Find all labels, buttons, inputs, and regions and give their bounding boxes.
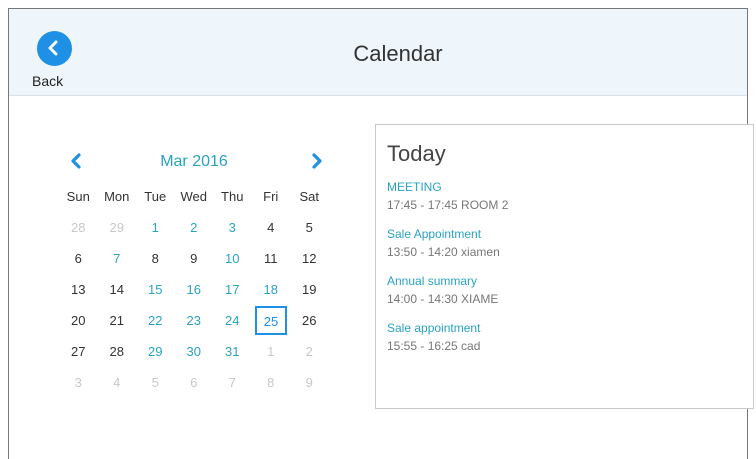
week-row: 13 14 15 16 17 18 19 — [59, 274, 329, 305]
weekday-label: Sun — [66, 189, 90, 204]
weekday-label: Tue — [144, 189, 167, 204]
day-cell[interactable]: 17 — [213, 274, 252, 305]
week-row: 20 21 22 23 24 25 26 — [59, 305, 329, 336]
calendar-window: Back Calendar Mar 2016 Sun Mon Tue Wed Thu Fr… — [8, 8, 754, 459]
event-time: 17:45 - 17:45 ROOM 2 — [387, 198, 509, 212]
month-label: Mar 2016 — [160, 153, 228, 170]
day-cell[interactable]: 12 — [290, 243, 329, 274]
day-cell[interactable]: 19 — [290, 274, 329, 305]
event-title: Annual summary — [387, 274, 478, 288]
day-cell[interactable]: 3 — [213, 212, 252, 243]
day-cell[interactable]: 10 — [213, 243, 252, 274]
day-cell[interactable]: 11 — [252, 243, 291, 274]
day-cell[interactable]: 7 — [98, 243, 137, 274]
week-row: 27 28 29 30 31 1 2 — [59, 336, 329, 367]
event-item[interactable]: Sale appointment 15:55 - 16:25 cad — [387, 320, 508, 367]
event-title: Sale appointment — [387, 321, 481, 335]
weekday-label: Wed — [180, 189, 208, 204]
day-cell[interactable]: 16 — [175, 274, 214, 305]
event-time: 14:00 - 14:30 XIAME — [387, 292, 499, 306]
selected-day-cell[interactable]: 25 — [255, 306, 287, 335]
day-cell[interactable]: 14 — [98, 274, 137, 305]
day-cell[interactable]: 26 — [290, 305, 329, 336]
day-cell[interactable]: 13 — [59, 274, 98, 305]
day-cell[interactable]: 2 — [175, 212, 214, 243]
day-cell[interactable]: 6 — [59, 243, 98, 274]
next-month-button[interactable] — [310, 151, 328, 173]
week-row: 6 7 8 9 10 11 12 — [59, 243, 329, 274]
day-cell[interactable]: 4 — [252, 212, 291, 243]
day-cell[interactable]: 24 — [213, 305, 252, 336]
calendar-header: Mar 2016 — [59, 149, 329, 179]
event-time: 13:50 - 14:20 xiamen — [387, 245, 500, 259]
day-cell[interactable]: 5 — [136, 367, 175, 398]
month-calendar: Mar 2016 Sun Mon Tue Wed Thu Fri Sat 28 29 1 2 3 4 5 6… — [59, 149, 329, 390]
day-cell[interactable]: 8 — [252, 367, 291, 398]
day-cell[interactable]: 31 — [213, 336, 252, 367]
day-cell[interactable]: 3 — [59, 367, 98, 398]
today-heading: Today — [387, 141, 446, 166]
day-cell[interactable]: 7 — [213, 367, 252, 398]
day-cell[interactable]: 6 — [175, 367, 214, 398]
day-cell[interactable]: 4 — [98, 367, 137, 398]
event-item[interactable]: MEETING 17:45 - 17:45 ROOM 2 — [387, 179, 508, 226]
header-bar: Back Calendar — [9, 9, 747, 96]
day-cell[interactable]: 1 — [252, 336, 291, 367]
day-cell[interactable]: 8 — [136, 243, 175, 274]
day-cell[interactable]: 18 — [252, 274, 291, 305]
event-time: 15:55 - 16:25 cad — [387, 339, 481, 353]
day-cell[interactable]: 5 — [290, 212, 329, 243]
day-cell[interactable]: 29 — [136, 336, 175, 367]
day-cell[interactable]: 21 — [98, 305, 137, 336]
page-title: Calendar — [353, 41, 443, 66]
day-cell[interactable]: 15 — [136, 274, 175, 305]
day-cell[interactable]: 28 — [98, 336, 137, 367]
day-cell[interactable]: 30 — [175, 336, 214, 367]
day-cell[interactable]: 28 — [59, 212, 98, 243]
weekday-label: Fri — [263, 189, 279, 204]
week-row: 3456789 — [59, 367, 329, 398]
day-cell[interactable]: 22 — [136, 305, 175, 336]
event-list: MEETING 17:45 - 17:45 ROOM 2 Sale Appointm… — [387, 179, 508, 367]
day-cell[interactable]: 23 — [175, 305, 214, 336]
day-cell[interactable]: 9 — [175, 243, 214, 274]
day-cell[interactable]: 29 — [98, 212, 137, 243]
today-panel: Today MEETING 17:45 - 17:45 ROOM 2 Sale Ap… — [375, 124, 754, 409]
weekday-label: Sat — [299, 189, 319, 204]
week-row: 28 29 1 2 3 4 5 — [59, 212, 329, 243]
event-item[interactable]: Annual summary 14:00 - 14:30 XIAME — [387, 273, 508, 320]
day-cell[interactable]: 1 — [136, 212, 175, 243]
calendar-grid: Sun Mon Tue Wed Thu Fri Sat 28 29 1 2 3 4 5 6 7 8 9 10 11 12… — [59, 181, 329, 398]
weekday-label: Mon — [104, 189, 130, 204]
event-item[interactable]: Sale Appointment 13:50 - 14:20 xiamen — [387, 226, 508, 273]
day-cell[interactable]: 2 — [290, 336, 329, 367]
day-cell[interactable]: 9 — [290, 367, 329, 398]
weekday-row: Sun Mon Tue Wed Thu Fri Sat — [59, 181, 329, 212]
back-label[interactable]: Back — [32, 73, 63, 89]
chevron-right-icon — [312, 153, 322, 169]
weekday-label: Thu — [221, 189, 244, 204]
day-cell[interactable]: 27 — [59, 336, 98, 367]
day-cell[interactable]: 20 — [59, 305, 98, 336]
event-title: Sale Appointment — [387, 227, 482, 241]
event-title: MEETING — [387, 180, 442, 194]
